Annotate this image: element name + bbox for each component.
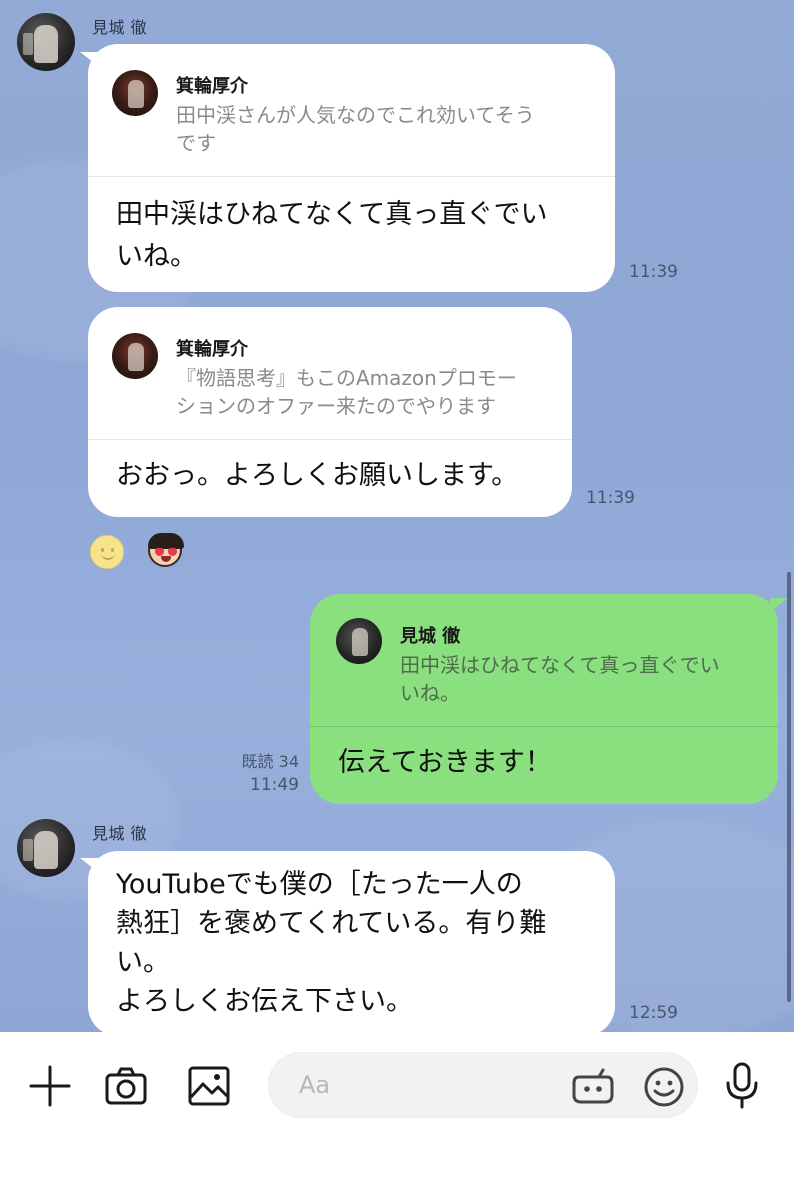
message-time: 11:39 (586, 488, 635, 508)
message-text-line: 田中渓はひねてなくて真っ直ぐでい (116, 199, 548, 230)
message-text-line: おおっ。よろしくお願いします。 (116, 460, 519, 491)
reply-divider (88, 439, 572, 440)
sticker-icon[interactable] (571, 1067, 615, 1107)
image-icon[interactable] (187, 1064, 231, 1108)
message-text-line: YouTubeでも僕の［たった一人の (116, 869, 523, 900)
message-text-line: 熱狂］を褒めてくれている。有り難 (116, 908, 547, 939)
reply-avatar (336, 618, 382, 664)
message-time: 12:59 (629, 1003, 678, 1023)
reply-quote-line: いね。 (400, 681, 460, 705)
message-bubble[interactable]: YouTubeでも僕の［たった一人の 熱狂］を褒めてくれている。有り難 い。 よ… (88, 851, 615, 1032)
message-input-bar: Aa (0, 1032, 794, 1200)
message-time: 11:39 (629, 262, 678, 282)
plus-icon[interactable] (28, 1064, 72, 1108)
read-receipt: 既読 34 (241, 752, 299, 771)
message-time: 11:49 (250, 775, 299, 795)
message-input[interactable]: Aa (268, 1052, 698, 1118)
outgoing-message-bubble[interactable]: 見城 徹 田中渓はひねてなくて真っ直ぐでい いね。 伝えておきます！ (310, 594, 778, 804)
bubble-tail (770, 598, 788, 612)
heart-eyes-face-icon[interactable] (148, 533, 184, 567)
reply-quote-line: です (176, 131, 216, 155)
message-text-line: い。 (116, 947, 170, 978)
sender-avatar[interactable] (17, 13, 75, 71)
camera-icon[interactable] (104, 1064, 148, 1108)
reply-divider (88, 176, 615, 177)
reply-quote-line: 田中渓はひねてなくて真っ直ぐでい (400, 653, 720, 677)
reply-quote-line: 『物語思考』もこのAmazonプロモー (176, 366, 517, 390)
reply-divider (310, 726, 778, 727)
sender-name: 見城 徹 (92, 18, 148, 37)
reply-sender-name: 見城 徹 (400, 626, 461, 647)
message-bubble[interactable]: 箕輪厚介 田中渓さんが人気なのでこれ効いてそう です 田中渓はひねてなくて真っ直… (88, 44, 615, 292)
message-text-line: よろしくお伝え下さい。 (116, 986, 413, 1017)
smile-reaction-icon[interactable] (90, 535, 124, 569)
reply-sender-name: 箕輪厚介 (176, 76, 248, 97)
message-text-line: いね。 (116, 241, 197, 272)
reply-quote-line: 田中渓さんが人気なのでこれ効いてそう (176, 103, 535, 127)
chat-area: 見城 徹 箕輪厚介 田中渓さんが人気なのでこれ効いてそう です 田中渓はひねてな… (0, 0, 794, 1032)
message-bubble[interactable]: 箕輪厚介 『物語思考』もこのAmazonプロモー ションのオファー来たのでやりま… (88, 307, 572, 517)
microphone-icon[interactable] (724, 1062, 760, 1110)
input-placeholder: Aa (299, 1071, 331, 1099)
sender-name: 見城 徹 (92, 824, 148, 843)
scrollbar[interactable] (787, 572, 791, 1002)
reply-avatar (112, 333, 158, 379)
reply-sender-name: 箕輪厚介 (176, 339, 248, 360)
sender-avatar[interactable] (17, 819, 75, 877)
reply-quote-line: ションのオファー来たのでやります (176, 394, 496, 418)
emoji-icon[interactable] (643, 1066, 685, 1108)
message-text-line: 伝えておきます！ (338, 747, 552, 778)
reply-avatar (112, 70, 158, 116)
